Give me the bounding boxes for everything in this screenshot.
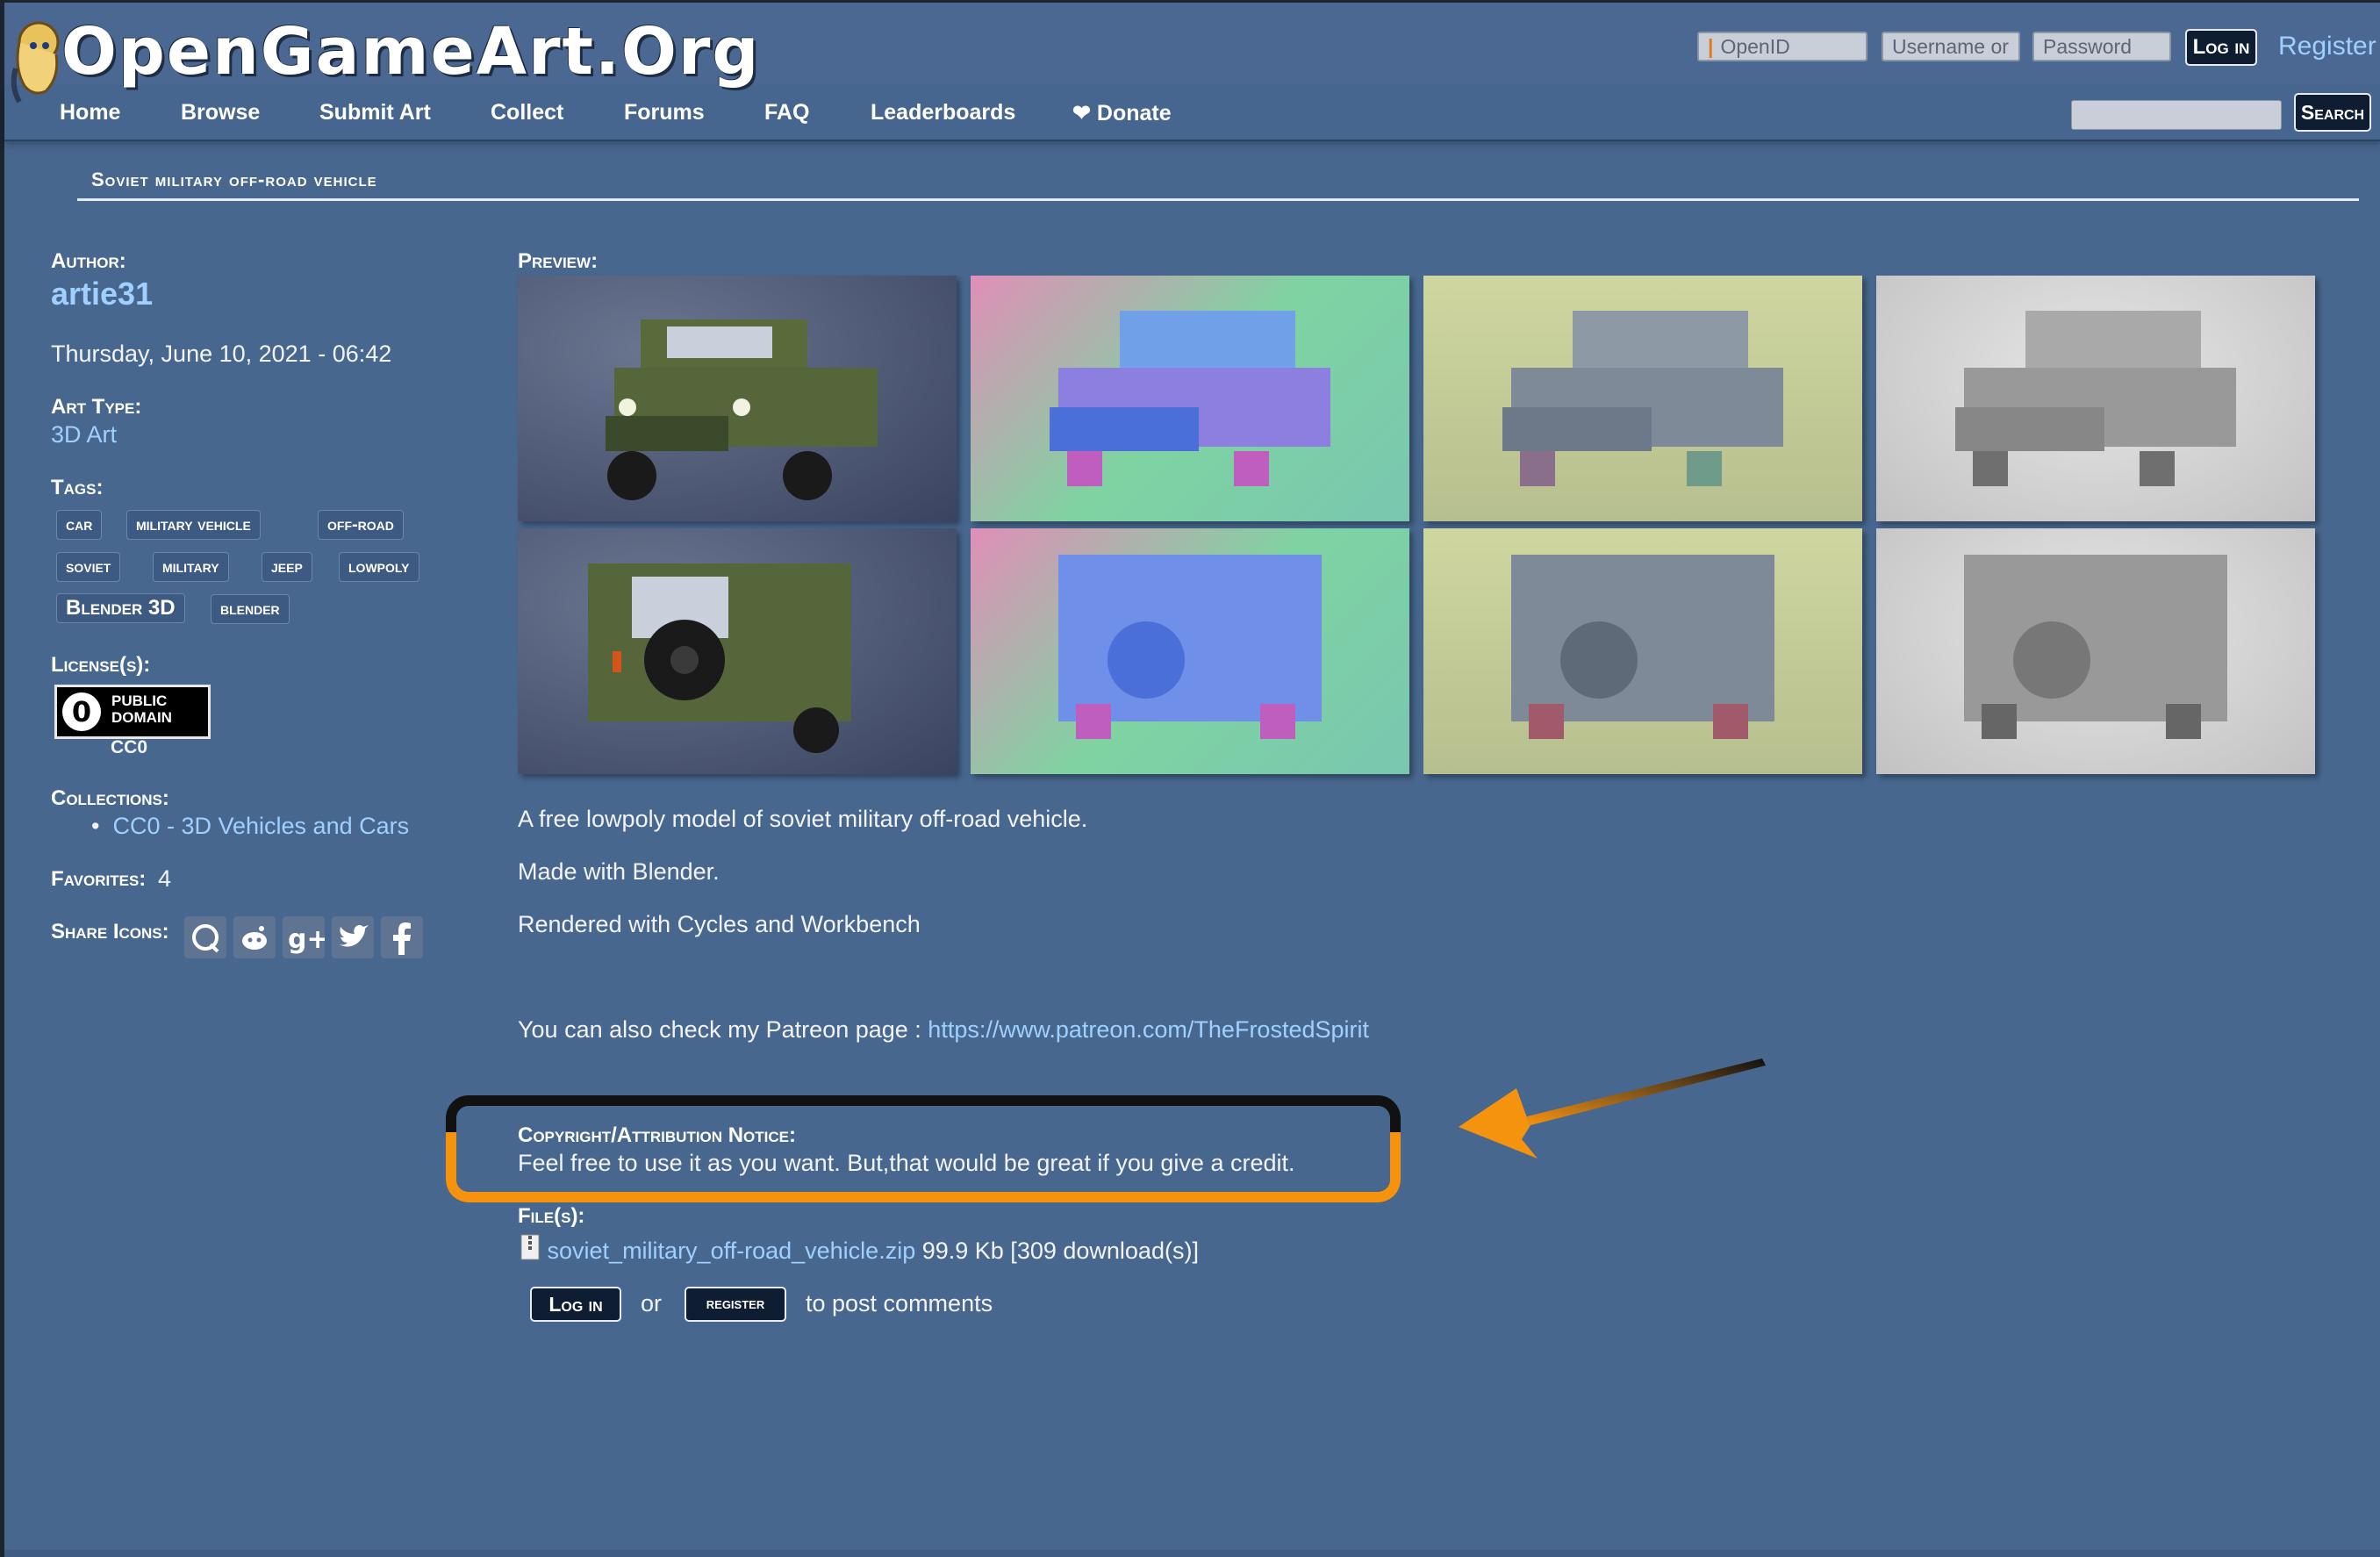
facebook-share-icon[interactable] bbox=[381, 916, 423, 958]
preview-thumbnail[interactable] bbox=[971, 276, 1409, 521]
description-line: A free lowpoly model of soviet military … bbox=[518, 806, 1088, 832]
reddit-share-icon[interactable] bbox=[233, 916, 276, 958]
nav-faq[interactable]: FAQ bbox=[764, 100, 809, 126]
notice-label: Copyright/Attribution Notice: bbox=[518, 1123, 796, 1147]
tag-chip[interactable]: military vehicle bbox=[126, 510, 261, 540]
nav-donate[interactable]: ❤ Donate bbox=[1072, 100, 1172, 126]
nav-home[interactable]: Home bbox=[60, 100, 120, 126]
google-plus-share-icon[interactable]: g+ bbox=[283, 916, 325, 958]
jeep-rear-render-icon bbox=[588, 563, 851, 753]
comment-suffix-text: to post comments bbox=[806, 1290, 993, 1317]
jeep-rear-workbench-color-icon bbox=[1511, 555, 1774, 739]
zip-file-icon bbox=[520, 1234, 540, 1260]
collection-item: • CC0 - 3D Vehicles and Cars bbox=[91, 813, 409, 840]
favorites-count: 4 bbox=[158, 865, 172, 892]
jeep-workbench-gray-icon bbox=[1955, 311, 2236, 486]
preview-thumbnail[interactable] bbox=[1876, 528, 2315, 774]
tag-chip[interactable]: off-road bbox=[318, 510, 404, 540]
qzone-share-icon[interactable] bbox=[184, 916, 226, 958]
collection-link[interactable]: CC0 - 3D Vehicles and Cars bbox=[112, 813, 409, 839]
jeep-normal-map-icon bbox=[1050, 311, 1330, 486]
preview-label: Preview: bbox=[518, 249, 599, 273]
tags-label: Tags: bbox=[51, 476, 104, 499]
collections-label: Collections: bbox=[51, 786, 169, 810]
openid-placeholder: OpenID bbox=[1720, 35, 1790, 58]
preview-thumbnail[interactable] bbox=[1876, 276, 2315, 521]
nav-forums[interactable]: Forums bbox=[624, 100, 705, 126]
preview-thumbnail[interactable] bbox=[1423, 276, 1862, 521]
nav-leaderboards[interactable]: Leaderboards bbox=[871, 100, 1015, 126]
bullet-icon: • bbox=[91, 813, 113, 839]
post-date: Thursday, June 10, 2021 - 06:42 bbox=[51, 341, 392, 367]
license-name[interactable]: CC0 bbox=[111, 737, 147, 758]
file-download-link[interactable]: soviet_military_off-road_vehicle.zip bbox=[548, 1238, 916, 1264]
license-badge-text: PUBLIC DOMAIN bbox=[111, 692, 172, 726]
search-input[interactable] bbox=[2071, 100, 2282, 130]
openid-field[interactable]: | OpenID bbox=[1697, 32, 1867, 61]
license-badge-line1: PUBLIC bbox=[111, 692, 168, 709]
site-name[interactable]: OpenGameArt.Org bbox=[61, 14, 760, 90]
patreon-text: You can also check my Patreon page : bbox=[518, 1016, 928, 1043]
comment-login-button[interactable]: Log in bbox=[530, 1287, 621, 1322]
tag-chip[interactable]: lowpoly bbox=[339, 552, 419, 582]
notice-text: Feel free to use it as you want. But,tha… bbox=[518, 1150, 1295, 1176]
cc0-license-badge[interactable]: 0 PUBLIC DOMAIN bbox=[54, 685, 211, 739]
share-icons-label: Share Icons: bbox=[51, 920, 169, 944]
annotation-arrow-icon bbox=[1459, 1058, 1766, 1159]
jeep-render-icon bbox=[606, 319, 878, 500]
preview-thumbnail[interactable] bbox=[518, 276, 957, 521]
page-bottom-edge bbox=[4, 1550, 2380, 1557]
preview-thumbnail[interactable] bbox=[971, 528, 1409, 774]
patreon-line: You can also check my Patreon page : htt… bbox=[518, 1016, 1369, 1044]
jeep-workbench-color-icon bbox=[1502, 311, 1783, 486]
comment-or-text: or bbox=[641, 1290, 663, 1317]
patreon-link[interactable]: https://www.patreon.com/TheFrostedSpirit bbox=[928, 1016, 1369, 1043]
header-register-link[interactable]: Register bbox=[2278, 32, 2376, 61]
nav-submit-art[interactable]: Submit Art bbox=[319, 100, 431, 126]
nav-browse[interactable]: Browse bbox=[181, 100, 260, 126]
password-field[interactable]: Password bbox=[2032, 32, 2171, 61]
twitter-share-icon[interactable] bbox=[332, 916, 374, 958]
tag-chip[interactable]: car bbox=[56, 510, 103, 540]
license-label: License(s): bbox=[51, 653, 151, 677]
description-line: Made with Blender. bbox=[518, 858, 720, 885]
header-login-button[interactable]: Log in bbox=[2185, 29, 2257, 66]
tag-chip[interactable]: jeep bbox=[262, 552, 312, 582]
page-title: Soviet military off-road vehicle bbox=[91, 169, 377, 190]
username-field[interactable]: Username or bbox=[1882, 32, 2020, 61]
nav-collect[interactable]: Collect bbox=[491, 100, 563, 126]
preview-thumbnail[interactable] bbox=[1423, 528, 1862, 774]
author-link[interactable]: artie31 bbox=[51, 276, 153, 312]
files-label: File(s): bbox=[518, 1204, 585, 1228]
jeep-rear-workbench-gray-icon bbox=[1964, 555, 2227, 739]
author-label: Author: bbox=[51, 249, 126, 273]
art-type-link[interactable]: 3D Art bbox=[51, 421, 117, 448]
search-button[interactable]: Search bbox=[2294, 93, 2371, 132]
art-type-label: Art Type: bbox=[51, 395, 142, 419]
page-frame bbox=[0, 0, 2380, 1557]
favorites-label: Favorites: bbox=[51, 867, 147, 891]
comment-register-button[interactable]: register bbox=[685, 1287, 786, 1322]
tag-chip[interactable]: Blender 3D bbox=[56, 593, 185, 623]
site-logo-icon[interactable] bbox=[7, 16, 65, 104]
file-row: soviet_military_off-road_vehicle.zip 99.… bbox=[520, 1234, 1199, 1265]
page-title-bar bbox=[77, 163, 2359, 201]
file-info: 99.9 Kb [309 download(s)] bbox=[921, 1238, 1199, 1264]
jeep-rear-normal-map-icon bbox=[1058, 555, 1322, 739]
tag-chip[interactable]: military bbox=[153, 552, 229, 582]
description-line: Rendered with Cycles and Workbench bbox=[518, 911, 921, 937]
tag-chip[interactable]: soviet bbox=[56, 552, 121, 582]
public-domain-zero-icon: 0 bbox=[62, 692, 101, 731]
svg-text:g+: g+ bbox=[288, 924, 325, 955]
preview-thumbnail[interactable] bbox=[518, 528, 957, 774]
license-badge-line2: DOMAIN bbox=[111, 709, 172, 726]
openid-icon: | bbox=[1708, 35, 1714, 58]
tag-chip[interactable]: blender bbox=[211, 594, 290, 624]
